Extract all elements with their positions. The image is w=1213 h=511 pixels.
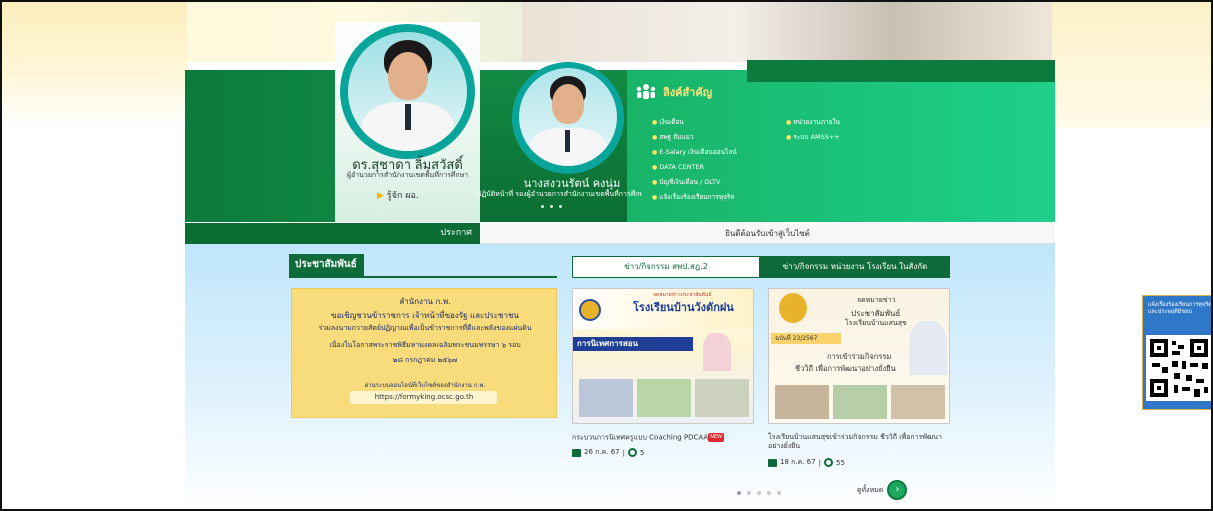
triangle-right-icon: ▶ bbox=[377, 191, 384, 201]
news-caption-1[interactable]: กระบวนการนิเทศครูแบบ Coaching PDCAA NEW bbox=[572, 433, 762, 443]
carousel-dot[interactable] bbox=[550, 205, 553, 208]
link-item[interactable]: ระบบ AMSS++ bbox=[786, 130, 840, 145]
important-links-title: ลิงค์สำคัญ bbox=[663, 86, 713, 99]
poster-line: สำนักงาน ก.พ. bbox=[399, 297, 451, 306]
calendar-icon bbox=[572, 448, 581, 457]
activity-photo bbox=[775, 385, 829, 419]
news-meta-1: 26 ก.ค. 67 | 5 bbox=[572, 447, 644, 458]
news-banner-sub2: ชีววิถี เพื่อการพัฒนาอย่างยั่งยืน bbox=[795, 364, 896, 373]
news-views: 5 bbox=[640, 448, 645, 457]
tab-school-news[interactable]: ข่าว/กิจกรรม หน่วยงาน โรงเรียน ในสังกัด bbox=[760, 256, 950, 278]
activity-photo bbox=[637, 379, 691, 417]
calendar-icon bbox=[768, 458, 777, 467]
eye-icon bbox=[628, 448, 637, 457]
carousel-dot[interactable] bbox=[559, 205, 562, 208]
director-photo bbox=[909, 321, 947, 375]
activity-photo bbox=[695, 379, 749, 417]
news-banner-sub: การนิเทศการสอน bbox=[573, 337, 693, 351]
director-1-role: ผู้อำนวยการสำนักงานเขตพื้นที่การศึกษา bbox=[346, 171, 469, 179]
qr-code-icon[interactable] bbox=[1146, 335, 1211, 401]
carousel-dot[interactable] bbox=[767, 491, 771, 495]
chevron-right-icon: › bbox=[887, 480, 908, 500]
portrait-face bbox=[388, 52, 428, 100]
activity-photo bbox=[833, 385, 887, 419]
news-banner-sub: การเข้าร่วมกิจกรรม bbox=[827, 352, 892, 361]
people-group-icon bbox=[635, 81, 657, 103]
news-date: 26 ก.ค. 67 bbox=[584, 448, 620, 456]
carousel-dot[interactable] bbox=[757, 491, 761, 495]
important-links-col-1: เงินเดือน สพฐ ส้มแมว E-Salary เงินเดือนอ… bbox=[652, 115, 737, 205]
important-links-col-2: หน่วยงานภายใน ระบบ AMSS++ bbox=[786, 115, 840, 145]
director-2-role: ปฏิบัติหน้าที่ รองผู้อำนวยการสำนักงานเขต… bbox=[477, 190, 642, 198]
activity-photo bbox=[891, 385, 945, 419]
view-all-button[interactable]: ดูทั้งหมด › bbox=[857, 480, 908, 500]
news-banner-title: โรงเรียนบ้านวังตักฝน bbox=[633, 301, 734, 314]
school-emblem-icon bbox=[779, 293, 807, 323]
poster-line: ๒๘ กรกฎาคม ๒๕๖๗ bbox=[392, 356, 458, 364]
page-frame: ดร.สุชาดา ลิ้มสวัสดิ์ ผู้อำนวยการสำนักงา… bbox=[0, 0, 1213, 511]
hero-photo bbox=[522, 2, 1052, 62]
portrait-tie bbox=[405, 104, 411, 130]
complaint-widget-text: แจ้งเรื่องร้องเรียนการทุจริตและประพฤติมิ… bbox=[1148, 302, 1212, 315]
activity-photo bbox=[579, 379, 633, 417]
poster-line: ขอเชิญชวนข้าราชการ เจ้าหน้าที่ของรัฐ และ… bbox=[331, 311, 519, 320]
poster-line: ผ่านระบบออนไลน์ที่เว็บไซต์ของสำนักงาน ก.… bbox=[364, 382, 486, 389]
link-item[interactable]: DATA CENTER bbox=[652, 160, 737, 175]
news-caption-2[interactable]: โรงเรียนบ้านแสนสุขเข้าร่วมกิจกรรม ชีววิถ… bbox=[768, 433, 953, 451]
link-item[interactable]: E-Salary เงินเดือนออนไลน์ bbox=[652, 145, 737, 160]
carousel-dot[interactable] bbox=[777, 491, 781, 495]
tab-office-news[interactable]: ข่าว/กิจกรรม สพป.สฎ.2 bbox=[572, 256, 760, 278]
news-views: 55 bbox=[836, 458, 845, 467]
portrait-tie bbox=[565, 130, 570, 152]
news-meta-2: 18 ก.ค. 67 | 55 bbox=[768, 457, 845, 468]
teacher-photo bbox=[703, 333, 731, 371]
link-item[interactable]: สพฐ ส้มแมว bbox=[652, 130, 737, 145]
announcement-marquee[interactable]: ยินดีต้อนรับเข้าสู่เว็บไซต์ bbox=[480, 223, 1055, 244]
news-banner-title2: โรงเรียนบ้านแสนสุข bbox=[845, 319, 907, 327]
view-all-label: ดูทั้งหมด bbox=[857, 485, 884, 494]
poster-line: เนื่องในโอกาสพระราชพิธีมหามงคลเฉลิมพระชน… bbox=[329, 341, 521, 349]
new-badge: NEW bbox=[708, 433, 725, 442]
link-item[interactable]: แจ้งเรื่องร้องเรียนการทุจริต bbox=[652, 190, 737, 205]
poster-url[interactable]: https://formyking.ocsc.go.th bbox=[291, 393, 557, 401]
announcement-label: ประกาศ bbox=[185, 223, 480, 244]
know-director-link[interactable]: ▶ รู้จัก ผอ. bbox=[377, 188, 419, 202]
important-links-header: ลิงค์สำคัญ bbox=[635, 74, 745, 110]
hero-left-decor bbox=[2, 2, 187, 127]
links-panel-top-bar bbox=[747, 60, 1055, 82]
director-carousel-dots[interactable] bbox=[541, 205, 562, 208]
link-item[interactable]: หน่วยงานภายใน bbox=[786, 115, 840, 130]
link-item[interactable]: เงินเดือน bbox=[652, 115, 737, 130]
poster-line: ร่วมลงนามถวายสัตย์ปฏิญาณเพื่อเป็นข้าราชก… bbox=[318, 324, 532, 332]
news-carousel-dots[interactable] bbox=[737, 491, 781, 495]
news-caption-text: กระบวนการนิเทศครูแบบ Coaching PDCAA bbox=[572, 433, 709, 442]
pr-section-title: ประชาสัมพันธ์ bbox=[289, 254, 364, 276]
know-director-label: รู้จัก ผอ. bbox=[386, 191, 419, 201]
news-date: 18 ก.ค. 67 bbox=[780, 458, 816, 466]
news-banner-small: จดหมายข่าว bbox=[857, 296, 896, 304]
carousel-dot[interactable] bbox=[747, 491, 751, 495]
pr-title-underline bbox=[289, 276, 557, 278]
news-issue: ฉบับที่ 23/2567 bbox=[771, 333, 841, 344]
director-2-portrait bbox=[519, 68, 617, 166]
news-card-2[interactable]: จดหมายข่าว ประชาสัมพันธ์ โรงเรียนบ้านแสน… bbox=[768, 288, 950, 424]
school-emblem-icon bbox=[579, 299, 601, 321]
hero-right-decor bbox=[1052, 2, 1211, 127]
eye-icon bbox=[824, 458, 833, 467]
carousel-dot[interactable] bbox=[541, 205, 544, 208]
carousel-dot[interactable] bbox=[737, 491, 741, 495]
portrait-face bbox=[552, 84, 584, 124]
news-card-1[interactable]: จดหมายข่าวประชาสัมพันธ์ โรงเรียนบ้านวังต… bbox=[572, 288, 754, 424]
director-1-portrait bbox=[348, 32, 467, 151]
link-item[interactable]: บัญชีเงินเดือน / DLTV bbox=[652, 175, 737, 190]
